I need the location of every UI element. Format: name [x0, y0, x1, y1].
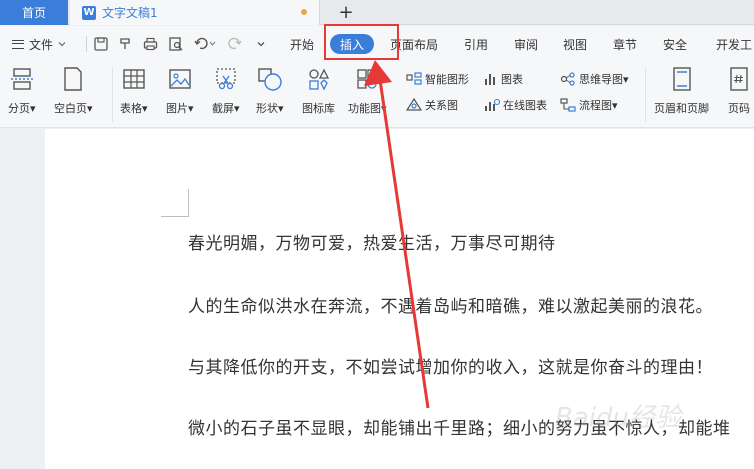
menu-tab-review-label: 审阅: [514, 37, 539, 52]
smart-graphic-label: 智能图形: [425, 73, 469, 86]
unsaved-dot-icon: [301, 9, 307, 15]
menu-tab-page-layout[interactable]: 页面布局: [390, 26, 438, 62]
menu-tab-insert[interactable]: 插入: [330, 26, 375, 62]
margin-corner-mark: [161, 189, 189, 217]
header-footer-label: 页眉和页脚: [654, 102, 709, 115]
document-left-margin: [0, 129, 45, 469]
picture-button[interactable]: 图片▾: [166, 66, 194, 116]
blank-page-label: 空白页▾: [54, 102, 93, 115]
writer-doc-icon: W: [82, 5, 96, 20]
menu-tab-view[interactable]: 视图: [563, 26, 587, 62]
chevron-down-icon: [58, 42, 66, 47]
smart-graphic-icon: [406, 72, 422, 85]
shape-icon: [258, 68, 282, 91]
screenshot-label: 截屏▾: [212, 102, 240, 115]
tab-home-label: 首页: [21, 6, 46, 20]
page-break-label: 分页▾: [8, 102, 36, 115]
menu-tab-security[interactable]: 安全: [663, 26, 687, 62]
menu-tab-security-label: 安全: [663, 37, 688, 52]
customize-toolbar-icon[interactable]: [256, 26, 266, 62]
file-menu-label: 文件: [29, 37, 54, 52]
scissors-icon: [216, 68, 236, 90]
document-page[interactable]: 春光明媚，万物可爱，热爱生活，万事尽可期待 人的生命似洪水在奔流，不遇着岛屿和暗…: [45, 129, 754, 469]
mind-map-button[interactable]: 思维导图▾: [560, 71, 629, 87]
flowchart-icon: [560, 98, 576, 112]
blank-page-button[interactable]: 空白页▾: [54, 66, 93, 116]
picture-label: 图片▾: [166, 102, 194, 115]
paragraph-1[interactable]: 春光明媚，万物可爱，热爱生活，万事尽可期待: [188, 229, 556, 254]
icon-library-icon: [308, 68, 329, 91]
menu-tab-developer-label: 开发工: [716, 37, 753, 52]
tab-home[interactable]: 首页: [0, 0, 68, 25]
online-chart-icon: [485, 98, 500, 111]
table-icon: [123, 69, 145, 89]
menu-tab-review[interactable]: 审阅: [514, 26, 538, 62]
relation-graph-icon: [406, 98, 422, 111]
menu-tab-developer[interactable]: 开发工: [716, 26, 752, 62]
smart-graphic-button[interactable]: 智能图形: [406, 71, 469, 87]
undo-icon[interactable]: [194, 26, 216, 62]
function-chart-button[interactable]: 功能图▾: [348, 66, 387, 116]
tab-bar: 首页 W 文字文稿1 +: [0, 0, 754, 25]
page-number-label: 页码: [728, 102, 750, 115]
menu-tab-chapter[interactable]: 章节: [613, 26, 637, 62]
chart-button[interactable]: 图表: [484, 71, 523, 87]
shape-label: 形状▾: [256, 102, 284, 115]
table-button[interactable]: 表格▾: [120, 66, 148, 116]
paragraph-3[interactable]: 与其降低你的开支，不如尝试增加你的收入，这就是你奋斗的理由！: [188, 353, 713, 378]
relation-graph-label: 关系图: [425, 99, 458, 112]
table-label: 表格▾: [120, 102, 148, 115]
ribbon-separator: [645, 68, 646, 122]
page-break-button[interactable]: 分页▾: [8, 66, 36, 116]
insert-ribbon: 分页▾ 空白页▾ 表格▾ 图片▾ 截屏▾ 形状▾ 图标库 功能图▾ 智能图形 图…: [0, 62, 754, 128]
mind-map-label: 思维导图▾: [579, 73, 629, 86]
online-chart-button[interactable]: 在线图表: [484, 97, 547, 113]
paragraph-2[interactable]: 人的生命似洪水在奔流，不遇着岛屿和暗礁，难以激起美丽的浪花。: [188, 292, 713, 317]
hamburger-icon: [12, 39, 24, 49]
menu-tab-view-label: 视图: [563, 37, 588, 52]
header-footer-button[interactable]: 页眉和页脚: [654, 66, 709, 116]
flowchart-label: 流程图▾: [579, 99, 618, 112]
function-chart-label: 功能图▾: [348, 102, 387, 115]
new-tab-button[interactable]: +: [336, 0, 356, 25]
screenshot-button[interactable]: 截屏▾: [212, 66, 240, 116]
icon-library-label: 图标库: [302, 102, 335, 115]
flowchart-button[interactable]: 流程图▾: [560, 97, 618, 113]
menu-tab-start[interactable]: 开始: [290, 26, 314, 62]
function-chart-icon: [357, 69, 377, 89]
menu-tab-references-label: 引用: [464, 37, 489, 52]
ribbon-separator: [112, 68, 113, 122]
blank-page-icon: [64, 67, 82, 91]
picture-icon: [169, 69, 191, 89]
online-chart-label: 在线图表: [503, 99, 547, 112]
menu-tab-references[interactable]: 引用: [464, 26, 488, 62]
icon-library-button[interactable]: 图标库: [302, 66, 335, 116]
page-number-icon: [730, 67, 748, 91]
header-footer-icon: [672, 67, 691, 91]
page-break-icon: [10, 68, 33, 90]
file-menu[interactable]: 文件: [12, 26, 67, 62]
format-painter-icon[interactable]: [118, 26, 132, 62]
baidu-watermark: Baidu经验: [555, 403, 681, 433]
menu-tab-insert-label: 插入: [330, 34, 375, 54]
menu-bar: 文件 开始 插入 页面布局 引用 审阅 视图 章节 安全 开发工: [0, 26, 754, 62]
chart-label: 图表: [501, 73, 523, 86]
redo-icon[interactable]: [228, 26, 242, 62]
menu-tab-start-label: 开始: [290, 37, 315, 52]
print-preview-icon[interactable]: [169, 26, 183, 62]
shape-button[interactable]: 形状▾: [256, 66, 284, 116]
print-icon[interactable]: [143, 26, 158, 62]
save-icon[interactable]: [94, 26, 108, 62]
relation-graph-button[interactable]: 关系图: [406, 97, 458, 113]
bar-chart-icon: [485, 74, 495, 85]
mind-map-icon: [560, 72, 575, 86]
menu-tab-chapter-label: 章节: [613, 37, 638, 52]
tab-document-label: 文字文稿1: [102, 6, 158, 20]
page-number-button[interactable]: 页码: [726, 66, 752, 116]
tab-document[interactable]: W 文字文稿1: [70, 0, 320, 25]
menu-tab-page-layout-label: 页面布局: [390, 37, 439, 52]
